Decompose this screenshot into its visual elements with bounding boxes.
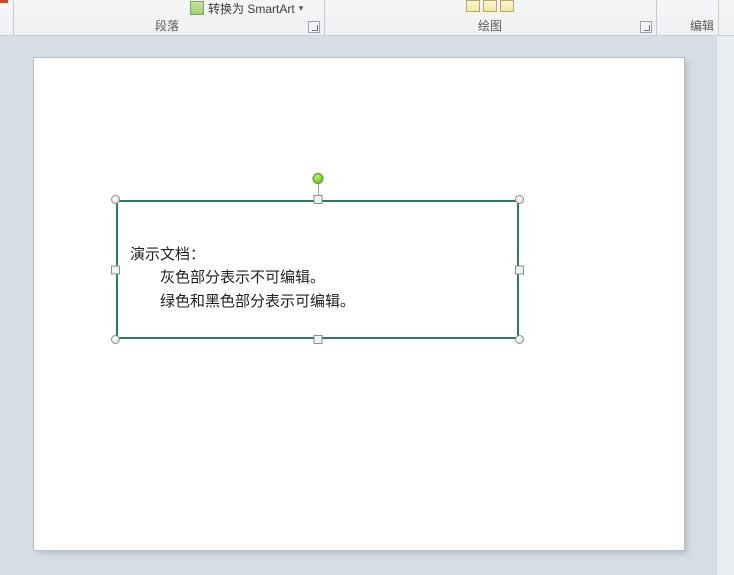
group-divider [718,0,719,35]
resize-handle-bl[interactable] [111,335,120,344]
rotate-handle[interactable] [312,173,323,184]
selected-textbox[interactable]: 演示文档： 灰色部分表示不可编辑。 绿色和黑色部分表示可编辑。 [116,200,519,339]
slide-workspace[interactable]: 演示文档： 灰色部分表示不可编辑。 绿色和黑色部分表示可编辑。 [0,36,734,575]
resize-handle-br[interactable] [515,335,524,344]
drawing-dialog-launcher[interactable] [640,21,652,33]
gallery-more-icon[interactable] [500,0,514,12]
vertical-scrollbar[interactable] [717,36,734,575]
ribbon-partial-top [0,0,734,3]
resize-handle-b[interactable] [313,335,322,344]
textbox-content[interactable]: 演示文档： 灰色部分表示不可编辑。 绿色和黑色部分表示可编辑。 [130,244,505,314]
text-line[interactable]: 绿色和黑色部分表示可编辑。 [130,291,505,314]
group-divider [324,0,325,35]
gallery-down-icon[interactable] [483,0,497,12]
resize-handle-tr[interactable] [515,195,524,204]
resize-handle-tl[interactable] [111,195,120,204]
smartart-label: 转换为 SmartArt [208,0,295,17]
group-divider [656,0,657,35]
drawing-gallery-controls[interactable] [466,0,514,12]
convert-to-smartart-button[interactable]: 转换为 SmartArt ▾ [190,0,303,16]
group-label-paragraph: 段落 [155,17,179,34]
group-label-drawing: 绘图 [478,17,502,34]
slide-canvas[interactable]: 演示文档： 灰色部分表示不可编辑。 绿色和黑色部分表示可编辑。 [34,58,684,550]
text-line[interactable]: 灰色部分表示不可编辑。 [130,267,505,290]
group-label-editing: 编辑 [690,17,714,34]
chevron-down-icon: ▾ [299,3,304,14]
paragraph-dialog-launcher[interactable] [308,21,320,33]
resize-handle-r[interactable] [515,265,524,274]
gallery-up-icon[interactable] [466,0,480,12]
text-line[interactable]: 演示文档： [130,244,505,267]
ribbon: 转换为 SmartArt ▾ 段落 绘图 编辑 [0,0,734,36]
smartart-icon [190,1,204,15]
textbox-frame[interactable]: 演示文档： 灰色部分表示不可编辑。 绿色和黑色部分表示可编辑。 [116,200,519,339]
resize-handle-l[interactable] [111,265,120,274]
resize-handle-t[interactable] [313,195,322,204]
group-divider [13,0,14,35]
